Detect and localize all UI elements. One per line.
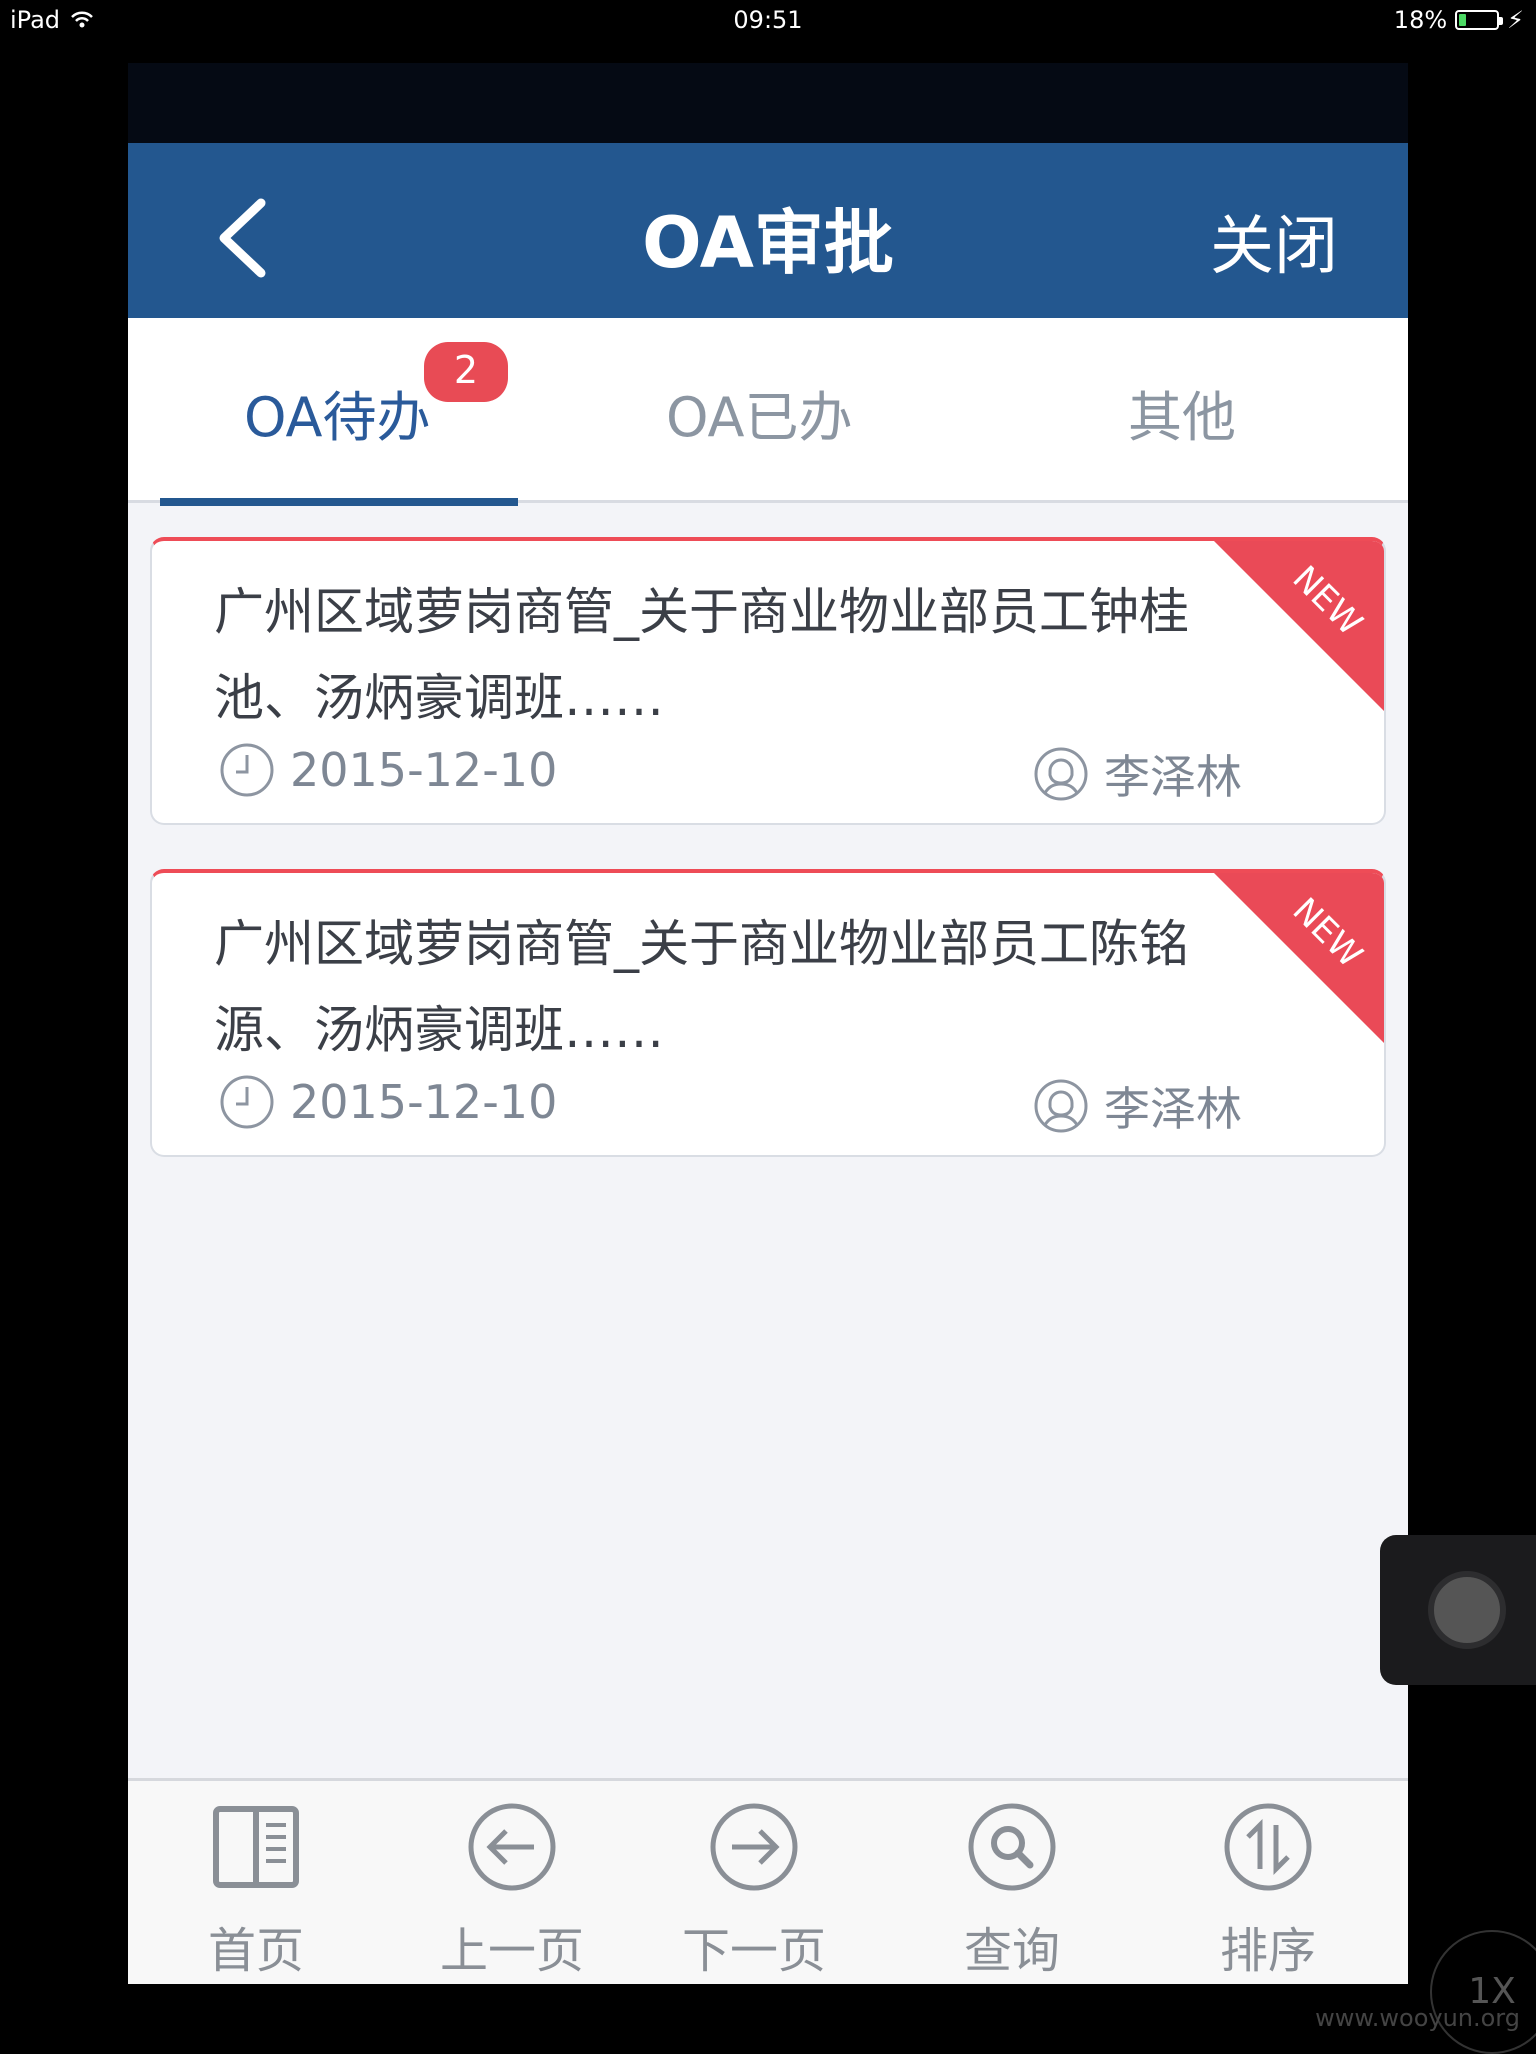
todo-count-badge: 2 bbox=[424, 342, 508, 402]
approval-list: 广州区域萝岗商管_关于商业物业部员工钟桂池、汤炳豪调班…… NEW 2015-1… bbox=[128, 503, 1408, 1157]
charging-icon: ⚡ bbox=[1507, 6, 1524, 34]
item-person: 李泽林 bbox=[1032, 1073, 1242, 1139]
item-date-text: 2015-12-10 bbox=[290, 743, 558, 797]
home-button[interactable]: 首页 bbox=[156, 1801, 356, 1981]
battery-fill bbox=[1459, 14, 1466, 26]
active-tab-indicator bbox=[160, 498, 518, 506]
home-label: 首页 bbox=[207, 1923, 304, 1979]
tab-other-label: 其他 bbox=[1128, 386, 1236, 449]
close-button[interactable]: 关闭 bbox=[1210, 195, 1338, 287]
arrow-left-icon bbox=[468, 1803, 556, 1891]
book-icon bbox=[213, 1806, 299, 1888]
status-right: 18% ⚡ bbox=[1394, 6, 1524, 34]
tab-oa-done[interactable]: OA已办 bbox=[666, 373, 853, 452]
sort-label: 排序 bbox=[1219, 1923, 1316, 1979]
sort-icon bbox=[1224, 1803, 1312, 1891]
next-page-button[interactable]: 下一页 bbox=[654, 1801, 854, 1981]
sort-button[interactable]: 排序 bbox=[1168, 1801, 1368, 1981]
status-bar: iPad 09:51 18% ⚡ bbox=[0, 0, 1536, 42]
item-person-name: 李泽林 bbox=[1104, 1082, 1242, 1136]
next-page-label: 下一页 bbox=[681, 1923, 826, 1979]
tab-other[interactable]: 其他 bbox=[1128, 373, 1236, 452]
arrow-right-icon bbox=[710, 1803, 798, 1891]
bottom-toolbar: 首页 上一页 下一页 查询 排序 bbox=[128, 1778, 1408, 1984]
item-person-name: 李泽林 bbox=[1104, 750, 1242, 804]
item-date-text: 2015-12-10 bbox=[290, 1075, 558, 1129]
clock-icon bbox=[220, 1075, 274, 1129]
item-title: 广州区域萝岗商管_关于商业物业部员工钟桂池、汤炳豪调班…… bbox=[214, 583, 1189, 727]
tab-bar: OA待办 2 OA已办 其他 bbox=[128, 318, 1408, 506]
assistive-touch-knob bbox=[1428, 1571, 1506, 1649]
battery-percent: 18% bbox=[1393, 6, 1448, 34]
user-icon bbox=[1034, 1079, 1088, 1133]
item-title: 广州区域萝岗商管_关于商业物业部员工陈铭源、汤炳豪调班…… bbox=[214, 915, 1189, 1059]
clock-icon bbox=[220, 743, 274, 797]
app-window: OA审批 关闭 OA待办 2 OA已办 其他 广州区域萝岗商管_关于商业物业部员… bbox=[128, 63, 1408, 1984]
list-item[interactable]: 广州区域萝岗商管_关于商业物业部员工陈铭源、汤炳豪调班…… NEW 2015-1… bbox=[150, 869, 1386, 1157]
search-button[interactable]: 查询 bbox=[912, 1801, 1112, 1981]
tab-oa-todo-label: OA待办 bbox=[244, 386, 431, 449]
tab-oa-todo[interactable]: OA待办 bbox=[244, 373, 431, 452]
top-dark-bar bbox=[128, 63, 1408, 143]
item-person: 李泽林 bbox=[1032, 741, 1242, 807]
item-date: 2015-12-10 bbox=[218, 1073, 557, 1131]
search-label: 查询 bbox=[963, 1923, 1060, 1979]
status-time: 09:51 bbox=[733, 6, 803, 34]
tab-oa-done-label: OA已办 bbox=[666, 386, 853, 449]
assistive-touch[interactable] bbox=[1380, 1535, 1536, 1685]
watermark: www.wooyun.org bbox=[1315, 2004, 1520, 2032]
battery-icon bbox=[1455, 10, 1504, 30]
list-item[interactable]: 广州区域萝岗商管_关于商业物业部员工钟桂池、汤炳豪调班…… NEW 2015-1… bbox=[150, 537, 1386, 825]
prev-page-label: 上一页 bbox=[439, 1923, 584, 1979]
user-icon bbox=[1034, 747, 1088, 801]
zoom-indicator: 1X bbox=[1430, 1930, 1536, 2054]
search-icon bbox=[968, 1803, 1056, 1891]
item-date: 2015-12-10 bbox=[218, 741, 557, 799]
prev-page-button[interactable]: 上一页 bbox=[412, 1801, 612, 1981]
header-bar: OA审批 关闭 bbox=[128, 143, 1408, 318]
